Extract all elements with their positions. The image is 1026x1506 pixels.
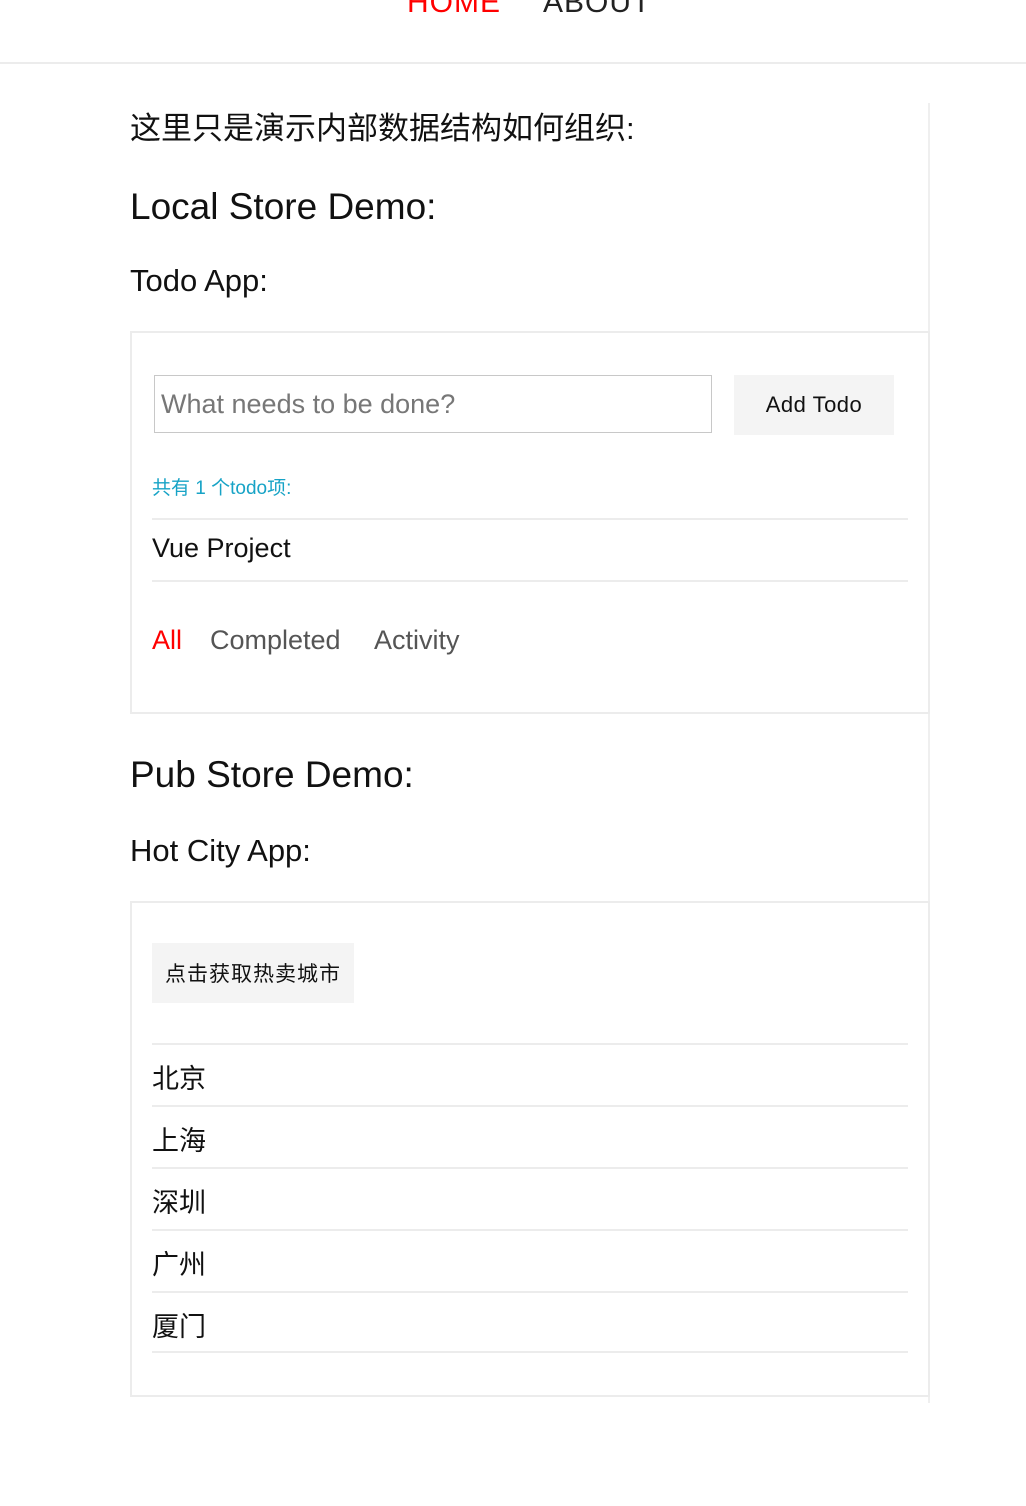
filter-activity[interactable]: Activity: [374, 625, 460, 656]
intro-text: 这里只是演示内部数据结构如何组织:: [130, 111, 635, 146]
nav-home-link[interactable]: HOME: [407, 0, 501, 20]
pub-store-heading: Pub Store Demo:: [130, 754, 414, 795]
city-list-item: 上海: [152, 1105, 908, 1167]
local-store-heading: Local Store Demo:: [130, 186, 437, 227]
hot-city-panel: 点击获取热卖城市 北京 上海 深圳 广州 厦门: [130, 901, 930, 1397]
city-name: 上海: [152, 1126, 206, 1156]
city-name: 厦门: [152, 1312, 206, 1342]
nav-about-link[interactable]: ABOUT: [543, 0, 651, 20]
todo-app-panel: Add Todo 共有 1 个todo项: Vue Project All Co…: [130, 331, 930, 714]
city-list-item: 深圳: [152, 1167, 908, 1229]
city-name: 北京: [152, 1064, 206, 1094]
city-list-item: 广州: [152, 1229, 908, 1291]
divider: [152, 580, 908, 582]
hot-city-app-title: Hot City App:: [130, 833, 311, 868]
divider: [152, 518, 908, 520]
todo-count-text: 共有 1 个todo项:: [152, 478, 292, 499]
filter-all[interactable]: All: [152, 625, 182, 656]
city-name: 广州: [152, 1250, 206, 1280]
todo-input[interactable]: [154, 375, 712, 433]
add-todo-button[interactable]: Add Todo: [734, 375, 894, 435]
top-nav: HOME ABOUT: [0, 0, 1026, 64]
city-name: 深圳: [152, 1188, 206, 1218]
todo-item[interactable]: Vue Project: [152, 533, 291, 564]
filter-completed[interactable]: Completed: [210, 625, 341, 656]
city-list-item: 北京: [152, 1043, 908, 1105]
city-list-item: 厦门: [152, 1291, 908, 1353]
todo-app-title: Todo App:: [130, 263, 268, 298]
fetch-hot-cities-button[interactable]: 点击获取热卖城市: [152, 943, 354, 1003]
main-content: 这里只是演示内部数据结构如何组织: Local Store Demo: Todo…: [130, 103, 930, 1403]
